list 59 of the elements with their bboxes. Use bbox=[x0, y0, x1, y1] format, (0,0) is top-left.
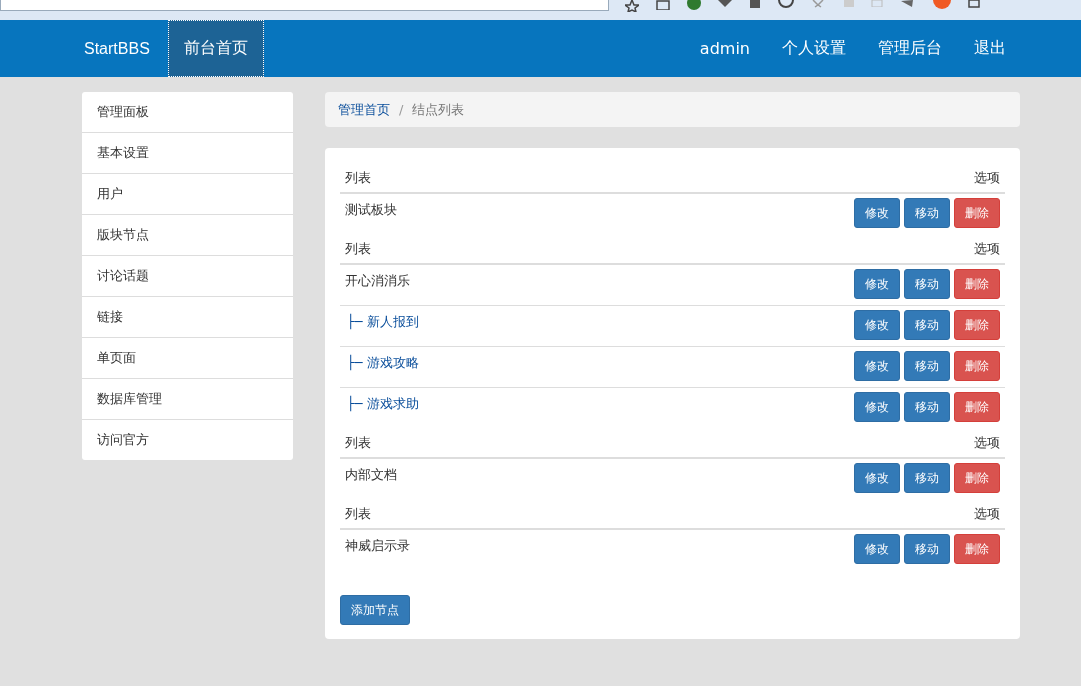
action-button[interactable]: 移动 bbox=[904, 310, 950, 340]
breadcrumb-current: 结点列表 bbox=[412, 100, 465, 119]
action-button[interactable]: 移动 bbox=[904, 198, 950, 228]
action-button[interactable]: 修改 bbox=[854, 463, 900, 493]
sidebar-item[interactable]: 版块节点 bbox=[82, 214, 293, 255]
node-link[interactable]: ├─ 新人报到 bbox=[347, 313, 419, 331]
column-header: 选项 bbox=[568, 428, 1005, 458]
action-button[interactable]: 修改 bbox=[854, 198, 900, 228]
action-button[interactable]: 移动 bbox=[904, 463, 950, 493]
action-button[interactable]: 移动 bbox=[904, 534, 950, 564]
delete-button[interactable]: 删除 bbox=[954, 534, 1000, 564]
sidebar-item[interactable]: 数据库管理 bbox=[82, 378, 293, 419]
delete-button[interactable]: 删除 bbox=[954, 269, 1000, 299]
column-header: 选项 bbox=[568, 499, 1005, 529]
action-button[interactable]: 修改 bbox=[854, 351, 900, 381]
column-header: 列表 bbox=[340, 234, 569, 264]
column-header: 列表 bbox=[340, 163, 569, 193]
sidebar-item[interactable]: 用户 bbox=[82, 173, 293, 214]
column-header: 列表 bbox=[340, 428, 569, 458]
star-icon[interactable] bbox=[625, 0, 639, 12]
nav-link[interactable]: 个人设置 bbox=[766, 20, 862, 77]
delete-button[interactable]: 删除 bbox=[954, 310, 1000, 340]
delete-button[interactable]: 删除 bbox=[954, 351, 1000, 381]
node-name: 神威启示录 bbox=[345, 537, 410, 555]
sidebar-item[interactable]: 基本设置 bbox=[82, 132, 293, 173]
action-button[interactable]: 修改 bbox=[854, 310, 900, 340]
delete-button[interactable]: 删除 bbox=[954, 198, 1000, 228]
node-name: 开心消消乐 bbox=[345, 272, 410, 290]
nav-link[interactable]: admin bbox=[683, 20, 766, 77]
node-name: 内部文档 bbox=[345, 466, 397, 484]
delete-button[interactable]: 删除 bbox=[954, 392, 1000, 422]
action-button[interactable]: 修改 bbox=[854, 392, 900, 422]
breadcrumb-link[interactable]: 管理首页 bbox=[338, 100, 390, 119]
column-header: 选项 bbox=[568, 163, 1005, 193]
nav-link[interactable]: 退出 bbox=[958, 20, 1022, 77]
nav-link[interactable]: 管理后台 bbox=[862, 20, 958, 77]
sidebar-item[interactable]: 管理面板 bbox=[82, 92, 293, 132]
column-header: 列表 bbox=[340, 499, 569, 529]
brand-link[interactable]: StartBBS bbox=[82, 20, 168, 77]
add-node-button[interactable]: 添加节点 bbox=[340, 595, 410, 625]
list-icon[interactable] bbox=[656, 0, 670, 10]
delete-button[interactable]: 删除 bbox=[954, 463, 1000, 493]
action-button[interactable]: 移动 bbox=[904, 269, 950, 299]
action-button[interactable]: 修改 bbox=[854, 534, 900, 564]
node-link[interactable]: ├─ 游戏求助 bbox=[347, 395, 419, 413]
sidebar-item[interactable]: 单页面 bbox=[82, 337, 293, 378]
breadcrumb-separator: / bbox=[399, 102, 404, 117]
action-button[interactable]: 修改 bbox=[854, 269, 900, 299]
sidebar-item[interactable]: 讨论话题 bbox=[82, 255, 293, 296]
address-bar[interactable] bbox=[0, 0, 609, 11]
node-link[interactable]: ├─ 游戏攻略 bbox=[347, 354, 419, 372]
action-button[interactable]: 移动 bbox=[904, 351, 950, 381]
sidebar-item[interactable]: 访问官方 bbox=[82, 419, 293, 460]
sidebar-item[interactable]: 链接 bbox=[82, 296, 293, 337]
window-icon[interactable] bbox=[968, 0, 980, 8]
node-name: 测试板块 bbox=[345, 201, 397, 219]
action-button[interactable]: 移动 bbox=[904, 392, 950, 422]
column-header: 选项 bbox=[568, 234, 1005, 264]
nav-link[interactable]: 前台首页 bbox=[167, 20, 264, 77]
